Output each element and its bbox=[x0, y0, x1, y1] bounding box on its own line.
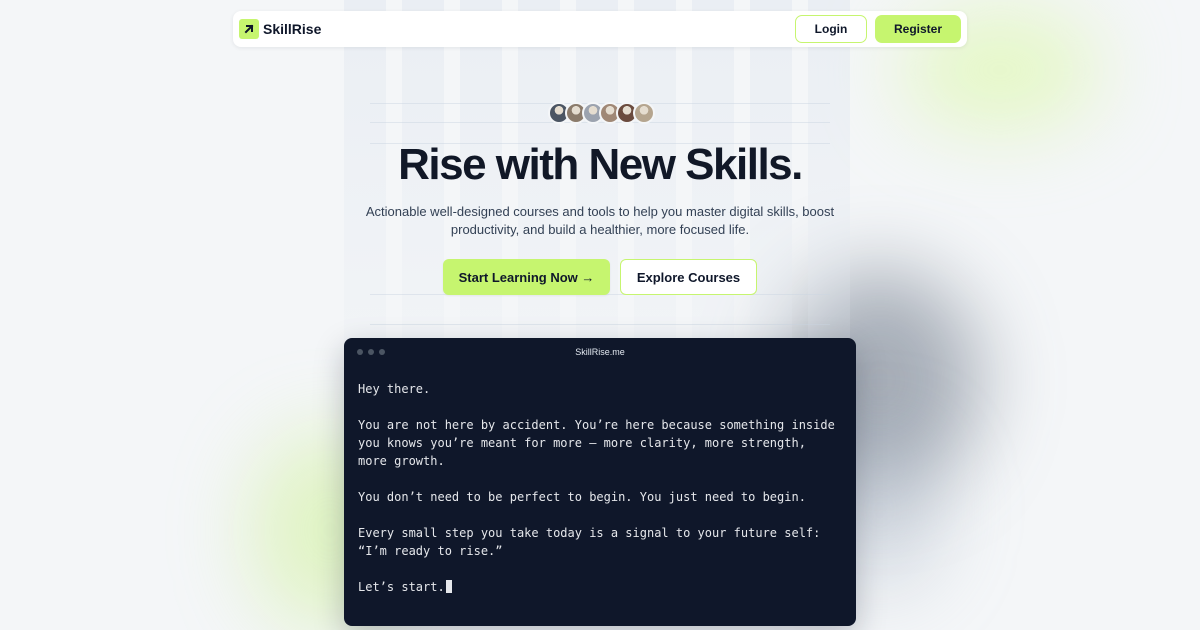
brand-name: SkillRise bbox=[263, 21, 322, 37]
brand-logo[interactable]: SkillRise bbox=[239, 19, 321, 39]
hero-subtitle-line: Actionable well-designed courses and too… bbox=[365, 204, 835, 219]
hero-subtitle-line: productivity, and build a healthier, mor… bbox=[450, 222, 750, 237]
terminal-line: You don’t need to be perfect to begin. Y… bbox=[358, 490, 806, 504]
arrow-up-right-icon bbox=[239, 19, 259, 39]
avatar-group bbox=[548, 102, 655, 124]
login-button[interactable]: Login bbox=[795, 15, 867, 43]
avatar bbox=[633, 102, 655, 124]
start-learning-button[interactable]: Start Learning Now → bbox=[443, 259, 610, 295]
terminal-last-line: Let’s start. bbox=[358, 578, 842, 596]
terminal-body: Hey there. You are not here by accident.… bbox=[344, 366, 856, 596]
terminal-title: SkillRise.me bbox=[575, 347, 625, 357]
explore-courses-button[interactable]: Explore Courses bbox=[620, 259, 757, 295]
cta-row: Start Learning Now → Explore Courses bbox=[443, 259, 757, 295]
terminal-line: Every small step you take today is a sig… bbox=[358, 526, 821, 558]
terminal-line: You are not here by accident. You’re her… bbox=[358, 418, 835, 468]
terminal-window: SkillRise.me Hey there. You are not here… bbox=[344, 338, 856, 626]
terminal-line: Let’s start. bbox=[358, 580, 445, 594]
bg-line bbox=[370, 324, 830, 325]
terminal-titlebar: SkillRise.me bbox=[344, 338, 856, 366]
terminal-line: Hey there. bbox=[358, 382, 431, 396]
navbar: SkillRise Login Register bbox=[233, 11, 967, 47]
hero-subtitle: Actionable well-designed courses and too… bbox=[360, 203, 840, 239]
nav-actions: Login Register bbox=[795, 15, 961, 43]
cursor-icon bbox=[445, 580, 452, 593]
register-button[interactable]: Register bbox=[875, 15, 961, 43]
hero-title: Rise with New Skills. bbox=[398, 140, 803, 189]
